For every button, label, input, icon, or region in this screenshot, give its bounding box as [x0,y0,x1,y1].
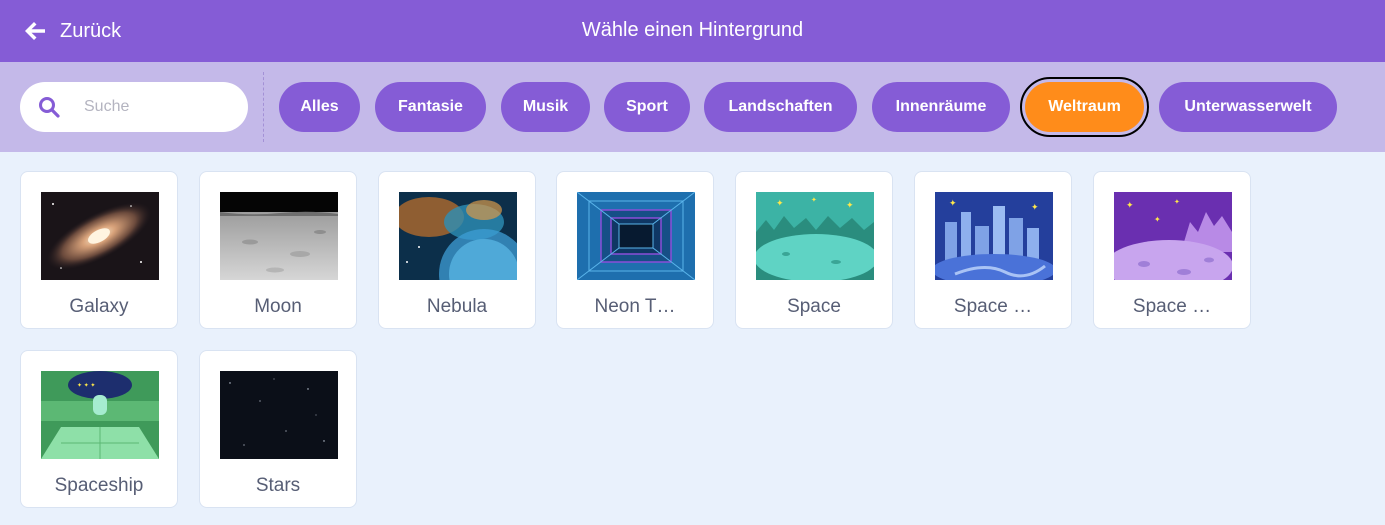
search-icon [39,97,60,118]
backdrop-name: Space [787,296,841,317]
backdrop-thumbnail: ✦ ✦ ✦ [1114,192,1232,280]
backdrop-thumbnail: ✦ ✦ ✦ [756,192,874,280]
tag-sport[interactable]: Sport [604,82,690,132]
svg-text:✦: ✦ [1126,200,1134,210]
backdrop-card-galaxy[interactable]: Galaxy [20,171,178,329]
backdrop-name: Moon [254,296,302,317]
backdrop-card-spaceship[interactable]: ✦ ✦ ✦ Spaceship [20,350,178,508]
backdrop-thumbnail [577,192,695,280]
tag-innenraeume[interactable]: Innenräume [872,82,1010,132]
svg-text:✦: ✦ [811,196,817,204]
backdrop-card-stars[interactable]: Stars [199,350,357,508]
backdrop-name: Galaxy [69,296,129,317]
backdrop-thumbnail [399,192,517,280]
tag-alles[interactable]: Alles [279,82,360,132]
svg-text:✦: ✦ [949,198,957,208]
backdrop-card-moon[interactable]: Moon [199,171,357,329]
backdrop-card-space[interactable]: ✦ ✦ ✦ Space [735,171,893,329]
page-title: Wähle einen Hintergrund [581,19,804,41]
svg-text:✦: ✦ [1154,215,1161,224]
search-input[interactable] [84,94,234,120]
backdrop-name: Neon T… [594,296,676,317]
header-bar: Zurück Wähle einen Hintergrund [0,0,1385,62]
search-box[interactable] [20,82,248,132]
backdrop-name: Stars [255,475,301,496]
tag-landschaften[interactable]: Landschaften [704,82,857,132]
backdrop-card-space-city[interactable]: ✦ ✦ Space … [914,171,1072,329]
backdrop-card-nebula[interactable]: Nebula [378,171,536,329]
backdrop-thumbnail [41,192,159,280]
backdrop-card-space-purple[interactable]: ✦ ✦ ✦ Space … [1093,171,1251,329]
svg-text:✦: ✦ [846,200,854,210]
filter-bar: Alles Fantasie Musik Sport Landschaften … [0,62,1385,152]
divider [263,72,264,142]
backdrop-name: Spaceship [54,475,144,496]
backdrop-thumbnail [220,192,338,280]
svg-text:✦: ✦ [1174,198,1180,206]
backdrop-card-neon-tunnel[interactable]: Neon T… [556,171,714,329]
svg-text:✦: ✦ [776,198,784,208]
backdrop-name: Space … [1132,296,1212,317]
backdrop-thumbnail: ✦ ✦ [935,192,1053,280]
backdrop-grid: Galaxy Moon Nebula Neon T… ✦ ✦ ✦ Space ✦… [0,152,1385,525]
backdrop-name: Nebula [426,296,488,317]
tag-unterwasserwelt[interactable]: Unterwasserwelt [1159,82,1337,132]
svg-text:✦: ✦ [1031,202,1039,212]
backdrop-name: Space … [953,296,1033,317]
tag-musik[interactable]: Musik [501,82,590,132]
tag-fantasie[interactable]: Fantasie [375,82,486,132]
tag-weltraum[interactable]: Weltraum [1020,77,1149,137]
svg-text:✦ ✦ ✦: ✦ ✦ ✦ [77,382,95,389]
backdrop-thumbnail [220,371,338,459]
backdrop-thumbnail: ✦ ✦ ✦ [41,371,159,459]
